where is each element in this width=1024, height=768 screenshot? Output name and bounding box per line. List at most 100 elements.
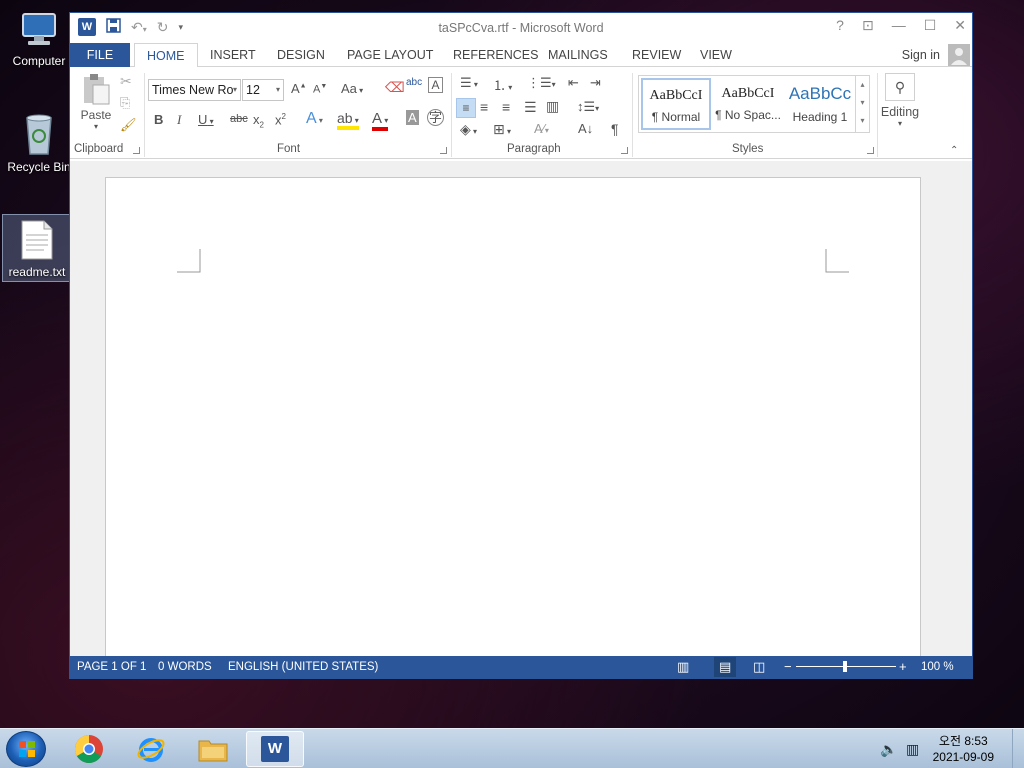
superscript-button[interactable]: x2 [275, 112, 286, 127]
zoom-in-button[interactable]: + [899, 659, 907, 674]
avatar[interactable] [948, 44, 970, 66]
center-button[interactable]: ≡ [480, 99, 488, 115]
tab-page-layout[interactable]: PAGE LAYOUT [335, 43, 445, 67]
font-name-combo[interactable]: Times New Ro ▾ [148, 79, 241, 101]
zoom-slider-thumb[interactable] [843, 661, 847, 672]
clipboard-launcher-icon[interactable] [133, 147, 140, 154]
binoculars-icon: ⚲ [885, 73, 915, 101]
distributed-button[interactable]: ▥ [546, 98, 559, 115]
underline-button[interactable]: U ▾ [198, 112, 214, 127]
tab-design[interactable]: DESIGN [265, 43, 337, 67]
language-indicator[interactable]: ENGLISH (UNITED STATES) [228, 661, 378, 673]
highlight-color-icon[interactable]: ab ▾ [337, 110, 359, 130]
editing-button[interactable]: ⚲ Editing ▾ [880, 73, 920, 128]
show-desktop-button[interactable] [1012, 729, 1024, 768]
format-painter-icon[interactable]: 🖌 [120, 117, 137, 133]
start-button[interactable] [6, 731, 46, 767]
word-count[interactable]: 0 WORDS [158, 661, 212, 673]
chrome-icon [75, 735, 103, 763]
margin-corner-left [177, 249, 201, 273]
justify-button[interactable]: ☰ [524, 99, 537, 116]
text-effects-icon[interactable]: A ▾ [306, 110, 323, 128]
styles-launcher-icon[interactable] [867, 147, 874, 154]
clear-formatting-icon[interactable]: ⌫ [385, 79, 405, 96]
tab-view[interactable]: VIEW [688, 43, 744, 67]
change-case-button[interactable]: Aa ▾ [341, 81, 363, 96]
taskbar-internet-explorer[interactable] [122, 731, 180, 767]
zoom-level[interactable]: 100 % [921, 661, 954, 673]
strikethrough-button[interactable]: abc [230, 113, 248, 125]
taskbar-word[interactable]: W [246, 731, 304, 767]
enclose-characters-icon[interactable]: 字 [427, 109, 444, 126]
sort-icon[interactable]: A↓ [578, 121, 593, 136]
subscript-button[interactable]: x2 [253, 112, 264, 130]
asian-layout-icon[interactable]: A⁄▾ [534, 121, 549, 136]
desktop-icon-recycle-bin[interactable]: Recycle Bin [4, 112, 74, 178]
document-page[interactable] [105, 177, 921, 656]
paste-icon [84, 74, 110, 105]
tab-references[interactable]: REFERENCES [441, 43, 550, 67]
taskbar-file-explorer[interactable] [184, 731, 242, 767]
line-spacing-icon[interactable]: ↕☰▾ [577, 99, 599, 115]
help-icon[interactable]: ? [836, 17, 844, 34]
style-no-spacing[interactable]: AaBbCcI ¶ No Spac... [713, 78, 783, 130]
web-layout-icon[interactable]: ◫ [753, 659, 765, 675]
zoom-out-button[interactable]: − [784, 659, 792, 674]
windows-logo-icon [19, 741, 35, 757]
italic-button[interactable]: I [177, 112, 181, 128]
shading-icon[interactable]: ◈ ▾ [460, 121, 477, 138]
multilevel-list-icon[interactable]: ⋮☰▾ [527, 75, 556, 91]
character-border-icon[interactable]: A [428, 77, 443, 93]
character-shading-icon[interactable]: A [406, 110, 419, 125]
font-launcher-icon[interactable] [440, 147, 447, 154]
volume-icon[interactable]: 🔈 [880, 741, 897, 758]
tab-insert[interactable]: INSERT [198, 43, 268, 67]
desktop-icon-label: Recycle Bin [7, 160, 71, 174]
desktop-icon-computer[interactable]: Computer [4, 10, 74, 76]
copy-icon[interactable]: ⎘ [120, 95, 130, 111]
bold-button[interactable]: B [154, 112, 163, 127]
collapse-ribbon-icon[interactable]: ⌃ [950, 145, 958, 156]
numbering-icon[interactable]: ⒈ ▾ [493, 75, 512, 94]
grow-font-icon[interactable]: A▲ [291, 81, 307, 96]
borders-icon[interactable]: ⊞ ▾ [493, 121, 511, 138]
align-right-button[interactable]: ≡ [502, 99, 510, 115]
desktop-icon-readme[interactable]: readme.txt [2, 214, 72, 282]
decrease-indent-icon[interactable]: ⇤ [568, 75, 579, 91]
shrink-font-icon[interactable]: A▼ [313, 83, 327, 96]
style-heading-1[interactable]: AaBbCc Heading 1 [785, 78, 855, 130]
network-icon[interactable]: ▥ [906, 741, 919, 758]
style-sample: AaBbCcI [649, 88, 703, 103]
paste-button[interactable]: Paste ▾ [80, 73, 112, 131]
font-size-combo[interactable]: 12 ▾ [242, 79, 284, 101]
internet-explorer-icon [137, 738, 165, 762]
maximize-icon[interactable]: ☐ [924, 17, 937, 34]
phonetic-guide-icon[interactable]: abc [406, 77, 422, 88]
tab-file[interactable]: FILE [70, 43, 130, 67]
desktop-icon-label: Computer [12, 54, 66, 68]
styles-scroll[interactable]: ▴ ▾ ▾ [855, 76, 869, 132]
read-mode-icon[interactable]: ▥ [677, 659, 689, 675]
align-left-button[interactable]: ≡ [456, 98, 476, 118]
sign-in-link[interactable]: Sign in [902, 48, 940, 62]
page-count[interactable]: PAGE 1 OF 1 [77, 661, 146, 673]
clock-date: 2021-09-09 [932, 750, 994, 764]
close-icon[interactable]: ✕ [954, 17, 966, 34]
cut-icon[interactable]: ✂ [120, 73, 132, 90]
show-hide-marks-icon[interactable]: ¶ [611, 121, 619, 137]
ribbon-display-options-icon[interactable]: ⊡ [862, 17, 874, 34]
bullets-icon[interactable]: ☰ ▾ [460, 75, 478, 91]
style-normal[interactable]: AaBbCcI ¶ Normal [641, 78, 711, 130]
tab-home[interactable]: HOME [134, 43, 198, 68]
document-area [70, 161, 972, 656]
increase-indent-icon[interactable]: ⇥ [590, 75, 601, 91]
print-layout-icon[interactable]: ▤ [714, 657, 737, 677]
minimize-icon[interactable]: — [892, 17, 906, 34]
paragraph-launcher-icon[interactable] [621, 147, 628, 154]
taskbar-chrome[interactable] [60, 731, 118, 767]
tab-review[interactable]: REVIEW [620, 43, 693, 67]
clock[interactable]: 오전 8:53 2021-09-09 [933, 733, 994, 765]
font-group-label: Font [277, 143, 301, 155]
font-color-icon[interactable]: A ▾ [372, 110, 389, 131]
tab-mailings[interactable]: MAILINGS [536, 43, 620, 67]
